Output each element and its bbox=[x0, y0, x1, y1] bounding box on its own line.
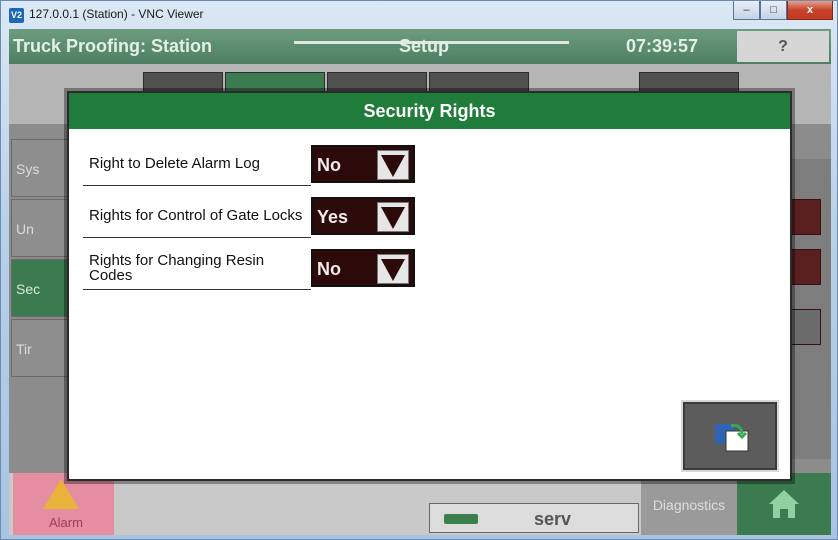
setting-label: Rights for Control of Gate Locks bbox=[83, 194, 311, 238]
dropdown-value: No bbox=[317, 155, 341, 175]
key-icon bbox=[444, 514, 478, 524]
side-nav-item-system[interactable]: Sys bbox=[11, 139, 69, 197]
home-button[interactable] bbox=[737, 473, 831, 535]
right-panel-block bbox=[791, 199, 821, 235]
security-rights-dialog: Security Rights Right to Delete Alarm Lo… bbox=[67, 91, 792, 481]
diagnostics-button[interactable]: Diagnostics bbox=[641, 473, 737, 535]
bottom-bar: Alarm serv Diagnostics bbox=[9, 473, 831, 535]
setting-dropdown[interactable]: Yes bbox=[311, 197, 415, 235]
right-panel-block bbox=[791, 249, 821, 285]
side-nav-item-time[interactable]: Tir bbox=[11, 319, 69, 377]
home-icon bbox=[769, 490, 799, 518]
right-panel-block bbox=[791, 309, 821, 345]
setting-dropdown[interactable]: No bbox=[311, 249, 415, 287]
setting-label: Right to Delete Alarm Log bbox=[83, 142, 311, 186]
user-login-box[interactable]: serv bbox=[429, 503, 639, 533]
setting-row-resin-codes: Rights for Changing Resin Codes No bbox=[83, 246, 415, 290]
vnc-logo-icon: V2 bbox=[9, 8, 24, 23]
triangle-down-icon bbox=[381, 155, 405, 177]
clock: 07:39:57 bbox=[626, 36, 699, 56]
maximize-button[interactable]: □ bbox=[760, 1, 787, 20]
dropdown-button[interactable] bbox=[377, 254, 409, 284]
dropdown-value: Yes bbox=[317, 207, 349, 227]
side-nav-item-security[interactable]: Sec bbox=[11, 259, 69, 317]
dialog-title: Security Rights bbox=[69, 93, 790, 129]
window-titlebar[interactable]: V2 127.0.0.1 (Station) - VNC Viewer – □ … bbox=[1, 1, 838, 29]
setting-row-delete-alarm-log: Right to Delete Alarm Log No bbox=[83, 142, 415, 186]
triangle-down-icon bbox=[381, 259, 405, 281]
setting-row-gate-locks: Rights for Control of Gate Locks Yes bbox=[83, 194, 415, 238]
dropdown-button[interactable] bbox=[377, 150, 409, 180]
right-panel bbox=[791, 159, 831, 459]
alarm-button[interactable]: Alarm bbox=[13, 473, 114, 535]
triangle-down-icon bbox=[381, 207, 405, 229]
window-title: 127.0.0.1 (Station) - VNC Viewer bbox=[29, 7, 204, 21]
minimize-button[interactable]: – bbox=[733, 1, 760, 20]
close-dialog-button[interactable] bbox=[681, 400, 779, 472]
alarm-label: Alarm bbox=[49, 515, 83, 530]
side-nav-item-units[interactable]: Un bbox=[11, 199, 69, 257]
hmi-header: Truck Proofing: Station Setup 07:39:57 ? bbox=[9, 29, 831, 64]
help-button[interactable]: ? bbox=[737, 31, 829, 62]
window-controls: – □ x bbox=[733, 1, 833, 20]
section-title: Setup bbox=[399, 36, 450, 56]
app-title: Truck Proofing: Station bbox=[13, 36, 213, 56]
setting-label: Rights for Changing Resin Codes bbox=[83, 246, 311, 290]
dropdown-value: No bbox=[317, 259, 341, 279]
user-name: serv bbox=[534, 509, 572, 529]
exit-icon bbox=[715, 424, 749, 452]
dropdown-button[interactable] bbox=[377, 202, 409, 232]
setting-dropdown[interactable]: No bbox=[311, 145, 415, 183]
close-button[interactable]: x bbox=[787, 1, 833, 20]
warning-icon bbox=[43, 479, 79, 509]
